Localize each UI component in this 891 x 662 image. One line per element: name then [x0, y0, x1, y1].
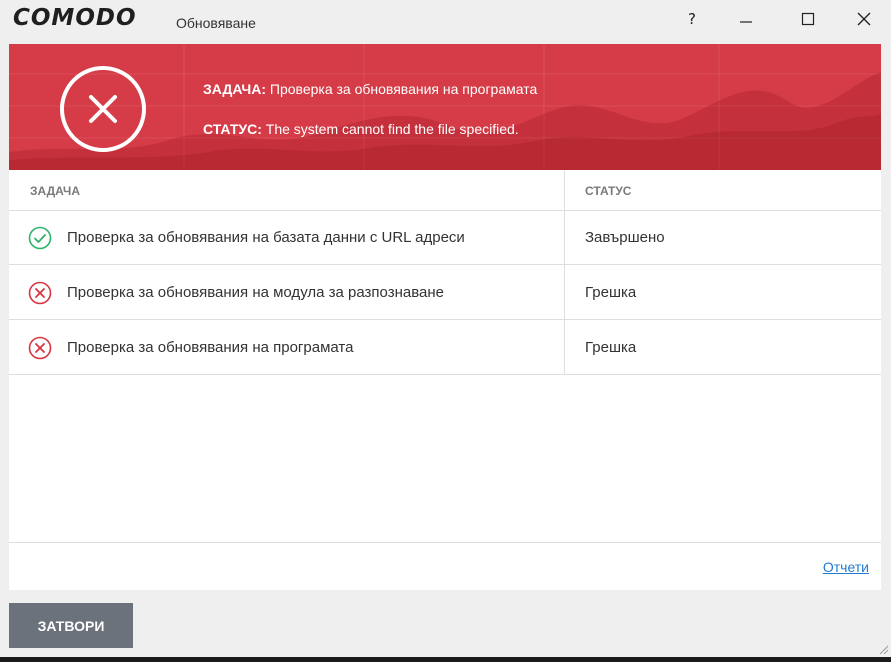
task-panel: ЗАДАЧА СТАТУС Проверка за обновявания на…: [9, 170, 881, 590]
maximize-button[interactable]: [788, 6, 828, 32]
comodo-logo: COMODO: [13, 5, 137, 31]
row-status-label: Грешка: [585, 284, 637, 301]
close-button[interactable]: ЗАТВОРИ: [9, 603, 133, 648]
footer-divider: [9, 542, 881, 543]
table-header: ЗАДАЧА СТАТУС: [9, 170, 881, 211]
resize-grip-icon[interactable]: [877, 643, 889, 655]
check-circle-icon: [28, 226, 52, 250]
table-row: Проверка за обновявания на базата данни …: [9, 210, 881, 265]
banner-task-value: Проверка за обновявания на програмата: [266, 81, 538, 97]
help-icon: ?: [688, 10, 696, 28]
column-header-task: ЗАДАЧА: [30, 184, 81, 198]
table-row: Проверка за обновявания на модула за раз…: [9, 265, 881, 320]
banner-status-value: The system cannot find the file specifie…: [261, 121, 519, 137]
update-window: COMODO Обновяване ? ЗАДАЧА: Проверка за …: [0, 0, 891, 657]
column-header-status: СТАТУС: [585, 184, 632, 198]
error-circle-icon: [28, 281, 52, 305]
banner-task-label: ЗАДАЧА:: [203, 81, 267, 97]
close-window-button[interactable]: [844, 6, 884, 32]
error-circle-icon: [28, 336, 52, 360]
reports-link[interactable]: Отчети: [823, 559, 869, 575]
banner-status-line: СТАТУС: The system cannot find the file …: [203, 121, 519, 137]
close-icon: [857, 12, 871, 26]
banner-task-line: ЗАДАЧА: Проверка за обновявания на прогр…: [203, 81, 537, 97]
minimize-icon: [740, 21, 752, 23]
title-bar[interactable]: COMODO Обновяване ?: [0, 0, 891, 44]
row-status-label: Завършено: [585, 229, 665, 246]
status-banner: ЗАДАЧА: Проверка за обновявания на прогр…: [9, 44, 881, 170]
maximize-icon: [801, 12, 815, 26]
banner-status-label: СТАТУС:: [203, 121, 262, 137]
column-divider: [564, 170, 565, 374]
row-task-label: Проверка за обновявания на модула за раз…: [67, 284, 444, 301]
row-task-label: Проверка за обновявания на програмата: [67, 339, 354, 356]
row-status-label: Грешка: [585, 339, 637, 356]
help-button[interactable]: ?: [672, 6, 712, 32]
minimize-button[interactable]: [726, 6, 766, 32]
row-task-label: Проверка за обновявания на базата данни …: [67, 229, 465, 246]
window-title: Обновяване: [176, 15, 256, 31]
error-large-icon: [60, 66, 146, 152]
table-row: Проверка за обновявания на програмата Гр…: [9, 320, 881, 375]
